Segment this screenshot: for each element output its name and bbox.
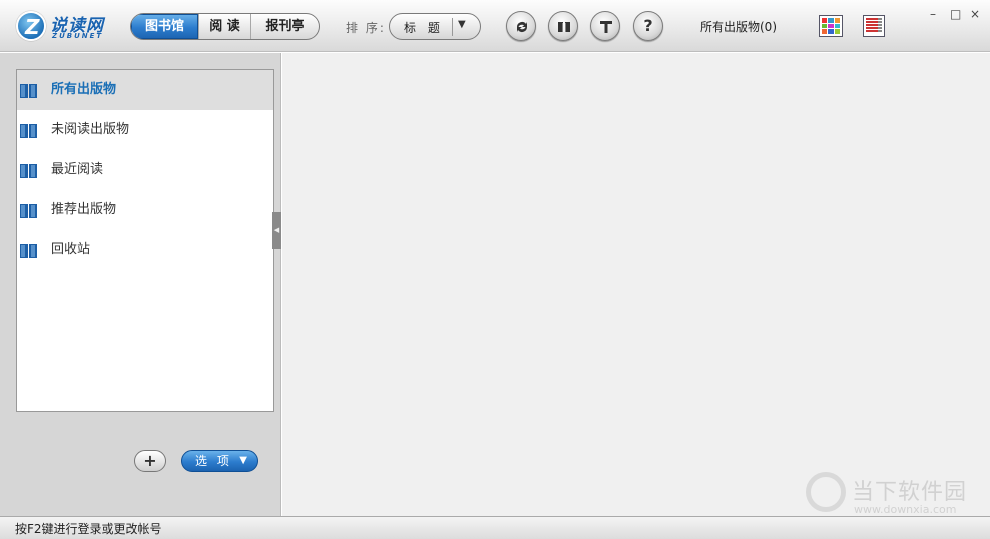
sync-icon[interactable]	[506, 11, 536, 41]
tab-read[interactable]: 阅 读	[199, 14, 251, 39]
sidebar-item-label: 推荐出版物	[51, 202, 117, 217]
book-icon	[20, 244, 37, 258]
logo-emblem: Z	[16, 11, 46, 41]
tab-library[interactable]: 图书馆	[131, 14, 199, 39]
sidebar-item-all-publications[interactable]: 所有出版物	[17, 70, 273, 110]
sidebar-item-label: 回收站	[51, 242, 91, 257]
book-open-icon[interactable]	[548, 11, 578, 41]
watermark-logo-icon	[806, 472, 846, 512]
sort-label: 排 序:	[346, 21, 386, 35]
publication-count: 所有出版物(0)	[700, 20, 777, 34]
book-icon	[20, 164, 37, 178]
book-icon	[20, 84, 37, 98]
publication-category-list: 所有出版物 未阅读出版物 最近阅读 推荐出版物 回收站	[16, 69, 274, 412]
sidebar-item-recent[interactable]: 最近阅读	[17, 150, 273, 190]
sidebar: 所有出版物 未阅读出版物 最近阅读 推荐出版物 回收站 + 选 项 ▼	[0, 53, 281, 516]
logo-subtitle: ZUBUNET	[52, 32, 104, 40]
sort-value: 标 题	[404, 21, 444, 35]
sort-separator	[452, 18, 453, 36]
sort-select[interactable]: 标 题 ▼	[389, 13, 481, 40]
watermark: 当下软件园 www.downxia.com	[806, 472, 976, 518]
grid-view-icon[interactable]	[819, 15, 843, 37]
maximize-button[interactable]: □	[950, 7, 961, 21]
minimize-button[interactable]: –	[930, 7, 936, 21]
list-view-icon[interactable]	[863, 15, 885, 37]
watermark-name: 当下软件园	[852, 480, 968, 505]
app-logo: Z 说读网 ZUBUNET	[16, 9, 112, 43]
text-icon[interactable]	[590, 11, 620, 41]
book-icon	[20, 124, 37, 138]
chevron-down-icon: ▼	[239, 455, 247, 466]
collapse-sidebar-handle[interactable]: ◀	[272, 212, 281, 249]
sidebar-item-unread[interactable]: 未阅读出版物	[17, 110, 273, 150]
status-bar: 按F2键进行登录或更改帐号	[0, 516, 990, 539]
watermark-url: www.downxia.com	[854, 503, 957, 516]
sidebar-item-label: 最近阅读	[51, 162, 104, 177]
close-button[interactable]: ×	[970, 7, 980, 21]
title-bar: Z 说读网 ZUBUNET 图书馆 阅 读 报刊亭 排 序: 标 题 ▼ ? 所…	[0, 0, 990, 52]
publication-content-area	[282, 53, 990, 516]
options-label: 选 项	[195, 454, 232, 468]
sidebar-item-recycle-bin[interactable]: 回收站	[17, 230, 273, 270]
sidebar-item-recommended[interactable]: 推荐出版物	[17, 190, 273, 230]
chevron-down-icon: ▼	[458, 19, 466, 30]
options-button[interactable]: 选 项 ▼	[181, 450, 258, 472]
main-tabs: 图书馆 阅 读 报刊亭	[130, 13, 320, 40]
add-button[interactable]: +	[134, 450, 166, 472]
status-text: 按F2键进行登录或更改帐号	[15, 522, 162, 536]
sidebar-item-label: 所有出版物	[51, 82, 117, 97]
sidebar-item-label: 未阅读出版物	[51, 122, 130, 137]
book-icon	[20, 204, 37, 218]
help-icon[interactable]: ?	[633, 11, 663, 41]
tab-newsstand[interactable]: 报刊亭	[251, 14, 319, 39]
